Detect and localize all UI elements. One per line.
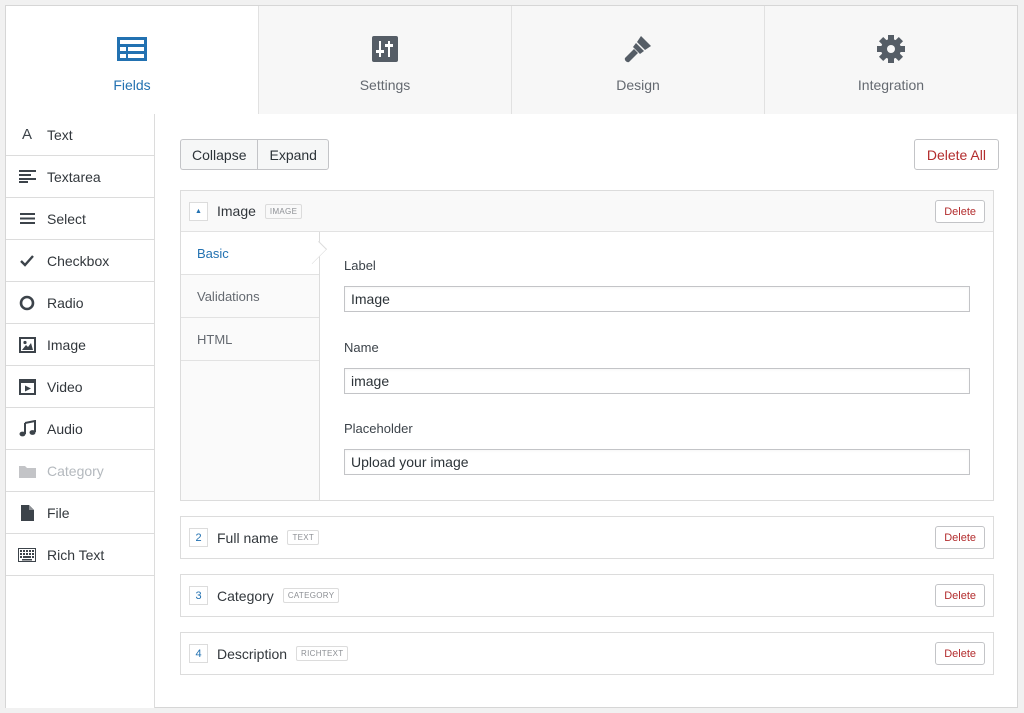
delete-field-button[interactable]: Delete xyxy=(935,526,985,549)
collapse-toggle[interactable]: ▲ xyxy=(189,201,208,221)
sidebar-item-rich-text[interactable]: Rich Text xyxy=(6,534,154,576)
tab-design[interactable]: Design xyxy=(511,6,764,114)
top-tabs: Fields Settings Design Integration xyxy=(6,6,1017,114)
form-builder: Fields Settings Design Integration A Tex… xyxy=(5,5,1018,708)
field-settings-tabs: Basic Validations HTML xyxy=(181,232,320,500)
field-number[interactable]: 2 xyxy=(189,528,208,547)
sidebar-item-image[interactable]: Image xyxy=(6,324,154,366)
field-title: Full name xyxy=(217,529,279,546)
tab-label: Design xyxy=(616,77,660,93)
field-type-badge: CATEGORY xyxy=(282,588,340,603)
delete-field-button[interactable]: Delete xyxy=(935,642,985,665)
delete-field-button[interactable]: Delete xyxy=(935,584,985,607)
tab-integration[interactable]: Integration xyxy=(764,6,1017,114)
sidebar-item-label: Rich Text xyxy=(47,546,105,563)
field-title: Image xyxy=(217,203,256,219)
sidebar-item-label: Checkbox xyxy=(47,252,110,269)
expand-button[interactable]: Expand xyxy=(257,139,329,170)
field-card-full-name: 2 Full name TEXT Delete xyxy=(180,516,994,559)
text-icon: A xyxy=(21,126,32,143)
delete-all-button[interactable]: Delete All xyxy=(913,139,999,170)
select-icon xyxy=(18,210,36,228)
fields-icon xyxy=(116,33,148,65)
field-types-sidebar: A Text Textarea Select Checkbox Radio Im… xyxy=(6,114,155,708)
sidebar-item-label: Select xyxy=(47,210,86,227)
sidebar-item-file[interactable]: File xyxy=(6,492,154,534)
sidebar-item-video[interactable]: Video xyxy=(6,366,154,408)
field-card-category: 3 Category CATEGORY Delete xyxy=(180,574,994,617)
sidebar-item-select[interactable]: Select xyxy=(6,198,154,240)
placeholder-caption: Placeholder xyxy=(344,421,413,436)
name-caption: Name xyxy=(344,340,379,355)
tab-settings[interactable]: Settings xyxy=(258,6,511,114)
label-caption: Label xyxy=(344,258,376,273)
tab-html[interactable]: HTML xyxy=(181,318,319,361)
field-card-description: 4 Description RICHTEXT Delete xyxy=(180,632,994,675)
sidebar-item-text[interactable]: A Text xyxy=(6,114,154,156)
folder-icon xyxy=(18,462,36,480)
audio-icon xyxy=(18,420,36,438)
tab-validations[interactable]: Validations xyxy=(181,275,319,318)
field-card-header[interactable]: 4 Description RICHTEXT Delete xyxy=(181,633,993,674)
radio-icon xyxy=(18,294,36,312)
field-number[interactable]: 3 xyxy=(189,586,208,605)
field-type-badge: IMAGE xyxy=(264,203,303,219)
sidebar-item-radio[interactable]: Radio xyxy=(6,282,154,324)
field-card-header[interactable]: 3 Category CATEGORY Delete xyxy=(181,575,993,616)
sidebar-item-label: Category xyxy=(47,462,104,479)
sidebar-item-audio[interactable]: Audio xyxy=(6,408,154,450)
sidebar-item-label: File xyxy=(47,504,70,521)
sidebar-item-category: Category xyxy=(6,450,154,492)
tab-label: Fields xyxy=(113,77,151,93)
tab-basic[interactable]: Basic xyxy=(181,232,319,275)
triangle-up-icon: ▲ xyxy=(195,207,202,215)
field-card-image: ▲ Image IMAGE Delete Basic Validations H… xyxy=(180,190,994,501)
fields-editor: Collapse Expand Delete All ▲ Image IMAGE… xyxy=(155,114,1017,708)
field-card-header[interactable]: ▲ Image IMAGE Delete xyxy=(181,191,993,232)
keyboard-icon xyxy=(18,546,36,564)
sidebar-item-checkbox[interactable]: Checkbox xyxy=(6,240,154,282)
sidebar-item-label: Textarea xyxy=(47,168,101,185)
collapse-button[interactable]: Collapse xyxy=(180,139,258,170)
tab-fields[interactable]: Fields xyxy=(6,6,258,114)
sliders-icon xyxy=(369,33,401,65)
sidebar-item-label: Text xyxy=(47,126,73,143)
sidebar-item-label: Video xyxy=(47,378,83,395)
sidebar-item-textarea[interactable]: Textarea xyxy=(6,156,154,198)
tab-label: Integration xyxy=(857,77,925,93)
field-type-badge: TEXT xyxy=(287,530,320,545)
gear-icon xyxy=(875,33,907,65)
name-input[interactable]: image xyxy=(344,368,970,394)
collapse-expand-group: Collapse Expand xyxy=(180,139,329,170)
field-title: Category xyxy=(217,587,274,604)
field-title: Description xyxy=(217,645,288,662)
tab-label: Settings xyxy=(359,77,411,93)
sidebar-item-label: Audio xyxy=(47,420,83,437)
checkbox-icon xyxy=(18,252,36,270)
image-icon xyxy=(18,336,36,354)
label-input[interactable]: Image xyxy=(344,286,970,312)
field-number[interactable]: 4 xyxy=(189,644,208,663)
textarea-icon xyxy=(18,168,36,186)
placeholder-input[interactable]: Upload your image xyxy=(344,449,970,475)
field-card-header[interactable]: 2 Full name TEXT Delete xyxy=(181,517,993,558)
field-type-badge: RICHTEXT xyxy=(296,646,349,661)
file-icon xyxy=(18,504,36,522)
field-settings: Basic Validations HTML Label Image Name … xyxy=(181,232,993,500)
sidebar-item-label: Radio xyxy=(47,294,84,311)
brush-icon xyxy=(622,33,654,65)
sidebar-item-label: Image xyxy=(47,336,86,353)
delete-field-button[interactable]: Delete xyxy=(935,200,985,223)
video-icon xyxy=(18,378,36,396)
